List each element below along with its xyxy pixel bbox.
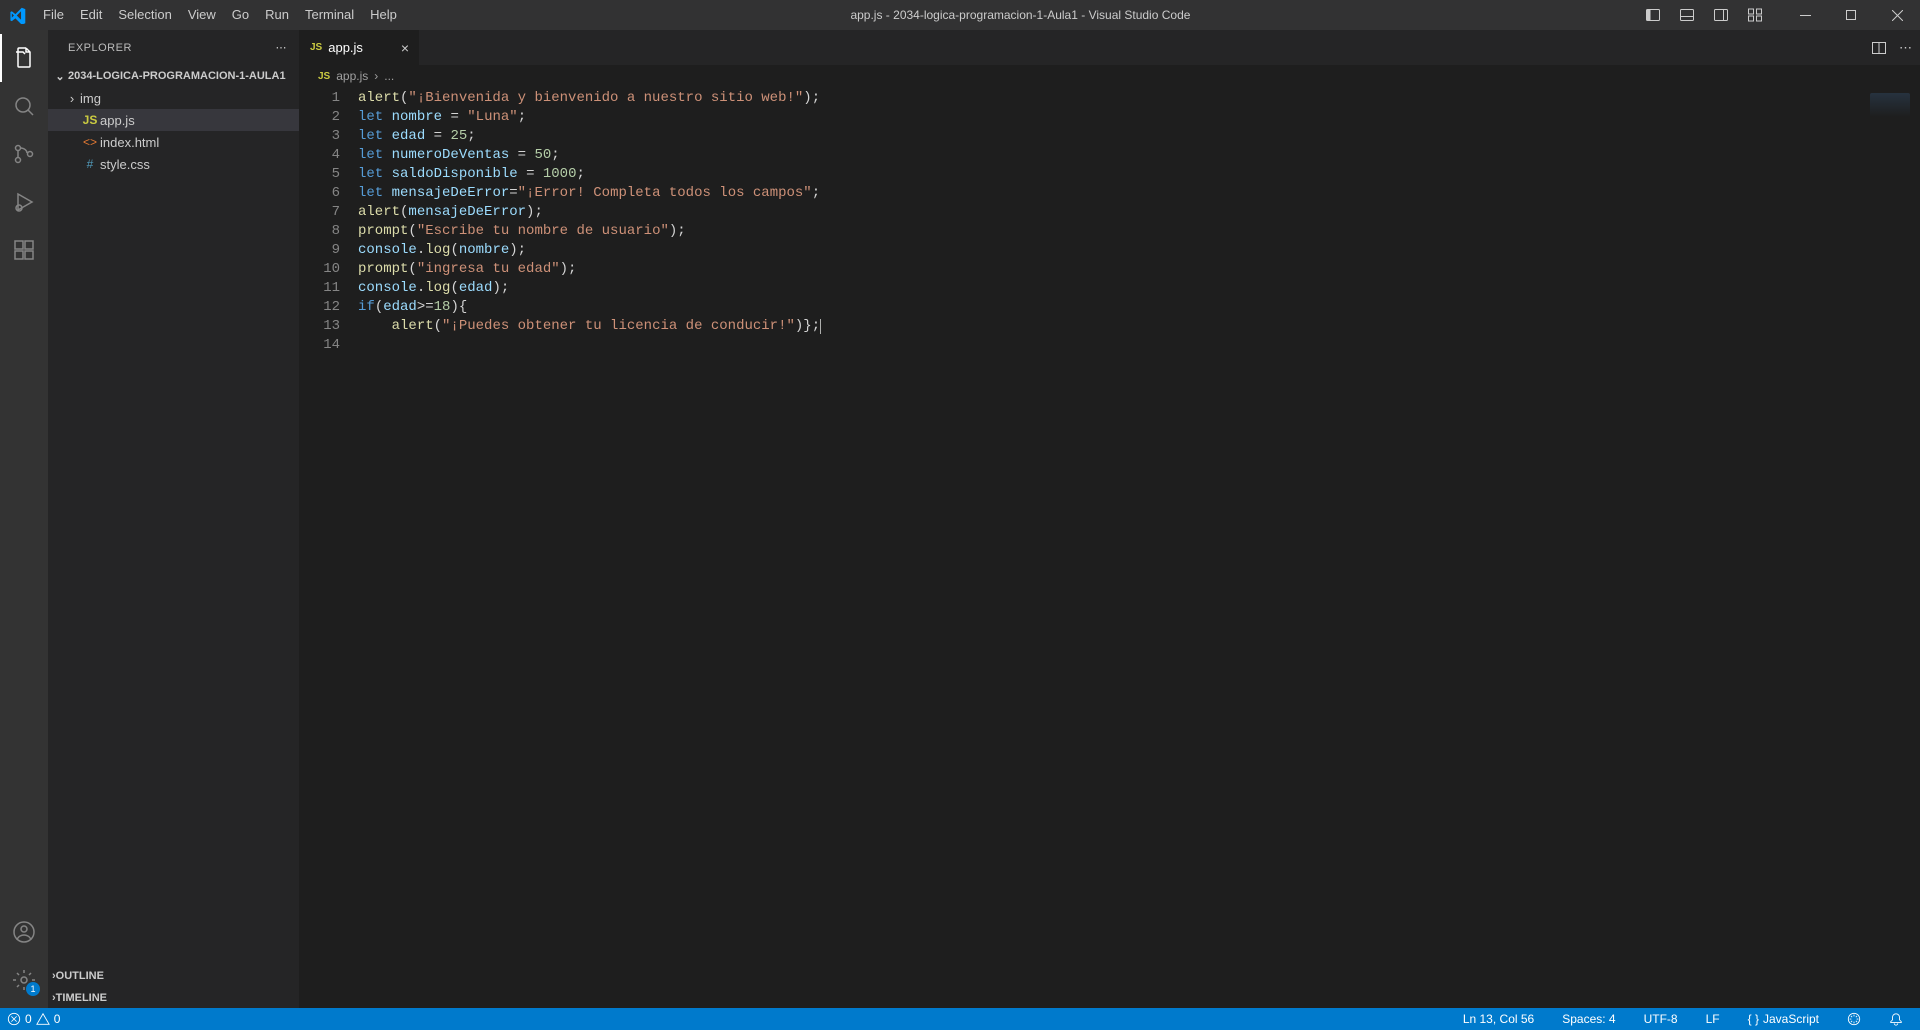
status-errors: 0: [25, 1012, 32, 1026]
status-encoding[interactable]: UTF-8: [1637, 1008, 1685, 1030]
chevron-right-icon: ›: [64, 91, 80, 106]
project-root[interactable]: ⌄ 2034-LOGICA-PROGRAMACION-1-AULA1: [48, 65, 299, 87]
file-label: index.html: [100, 135, 159, 150]
toggle-panel-icon[interactable]: [1670, 0, 1704, 30]
menu-file[interactable]: File: [35, 0, 72, 30]
customize-layout-icon[interactable]: [1738, 0, 1772, 30]
close-button[interactable]: [1874, 0, 1920, 30]
tab-app-js[interactable]: JS app.js ×: [300, 30, 420, 65]
activity-accounts-icon[interactable]: [0, 908, 48, 956]
toggle-primary-sidebar-icon[interactable]: [1636, 0, 1670, 30]
status-eol[interactable]: LF: [1699, 1008, 1727, 1030]
file-app-js[interactable]: JS app.js: [48, 109, 299, 131]
file-label: style.css: [100, 157, 150, 172]
more-actions-icon[interactable]: ⋯: [1899, 40, 1912, 56]
status-problems[interactable]: 0 0: [0, 1008, 67, 1030]
minimap[interactable]: [1860, 87, 1920, 1008]
folder-img[interactable]: › img: [48, 87, 299, 109]
menu-selection[interactable]: Selection: [110, 0, 179, 30]
settings-badge: 1: [26, 982, 40, 996]
explorer-title: EXPLORER: [68, 42, 132, 54]
chevron-down-icon: ⌄: [52, 70, 68, 83]
breadcrumb-sep: ›: [374, 69, 378, 83]
timeline-label: TIMELINE: [56, 992, 107, 1004]
activity-extensions-icon[interactable]: [0, 226, 48, 274]
activity-source-control-icon[interactable]: [0, 130, 48, 178]
title-bar: File Edit Selection View Go Run Terminal…: [0, 0, 1920, 30]
status-bar: 0 0 Ln 13, Col 56 Spaces: 4 UTF-8 LF { }…: [0, 1008, 1920, 1030]
tabs-row: JS app.js × ⋯: [300, 30, 1920, 65]
status-feedback-icon[interactable]: [1840, 1008, 1868, 1030]
status-warnings: 0: [54, 1012, 61, 1026]
file-index-html[interactable]: <> index.html: [48, 131, 299, 153]
breadcrumb[interactable]: JS app.js › ...: [300, 65, 1920, 87]
project-name: 2034-LOGICA-PROGRAMACION-1-AULA1: [68, 70, 286, 82]
minimize-button[interactable]: [1782, 0, 1828, 30]
activity-explorer-icon[interactable]: [0, 34, 48, 82]
outline-label: OUTLINE: [56, 970, 104, 982]
js-file-icon: JS: [318, 71, 330, 82]
status-spaces[interactable]: Spaces: 4: [1555, 1008, 1622, 1030]
menu-go[interactable]: Go: [224, 0, 257, 30]
menu-edit[interactable]: Edit: [72, 0, 110, 30]
file-style-css[interactable]: # style.css: [48, 153, 299, 175]
status-language[interactable]: { } JavaScript: [1741, 1008, 1826, 1030]
html-file-icon: <>: [80, 135, 100, 149]
js-file-icon: JS: [80, 113, 100, 127]
window-title: app.js - 2034-logica-programacion-1-Aula…: [405, 8, 1636, 22]
editor-group: JS app.js × ⋯ JS app.js › ... 1234567891…: [300, 30, 1920, 1008]
close-tab-icon[interactable]: ×: [401, 40, 409, 56]
code-area[interactable]: alert("¡Bienvenida y bienvenido a nuestr…: [358, 87, 1860, 1008]
menu-help[interactable]: Help: [362, 0, 405, 30]
activity-run-debug-icon[interactable]: [0, 178, 48, 226]
outline-section[interactable]: › OUTLINE: [48, 964, 299, 986]
menu-view[interactable]: View: [180, 0, 224, 30]
status-ln-col[interactable]: Ln 13, Col 56: [1456, 1008, 1541, 1030]
menu-bar: File Edit Selection View Go Run Terminal…: [35, 0, 405, 30]
folder-label: img: [80, 91, 101, 106]
css-file-icon: #: [80, 157, 100, 171]
explorer-sidebar: EXPLORER ⋯ ⌄ 2034-LOGICA-PROGRAMACION-1-…: [48, 30, 300, 1008]
menu-run[interactable]: Run: [257, 0, 297, 30]
vscode-logo-icon: [0, 7, 35, 24]
js-file-icon: JS: [310, 42, 322, 53]
minimap-preview: [1870, 93, 1910, 117]
menu-terminal[interactable]: Terminal: [297, 0, 362, 30]
breadcrumb-file: app.js: [336, 69, 368, 83]
status-language-label: JavaScript: [1763, 1012, 1819, 1026]
line-gutter: 1234567891011121314: [300, 87, 358, 1008]
editor-body[interactable]: 1234567891011121314 alert("¡Bienvenida y…: [300, 87, 1920, 1008]
braces-icon: { }: [1748, 1012, 1759, 1026]
file-label: app.js: [100, 113, 135, 128]
breadcrumb-rest: ...: [384, 69, 394, 83]
status-notifications-icon[interactable]: [1882, 1008, 1910, 1030]
toggle-secondary-sidebar-icon[interactable]: [1704, 0, 1738, 30]
split-editor-icon[interactable]: [1871, 40, 1887, 56]
activity-search-icon[interactable]: [0, 82, 48, 130]
tab-label: app.js: [328, 40, 363, 55]
maximize-button[interactable]: [1828, 0, 1874, 30]
activity-settings-icon[interactable]: 1: [0, 956, 48, 1004]
activity-bar: 1: [0, 30, 48, 1008]
timeline-section[interactable]: › TIMELINE: [48, 986, 299, 1008]
explorer-more-icon[interactable]: ⋯: [276, 41, 288, 54]
